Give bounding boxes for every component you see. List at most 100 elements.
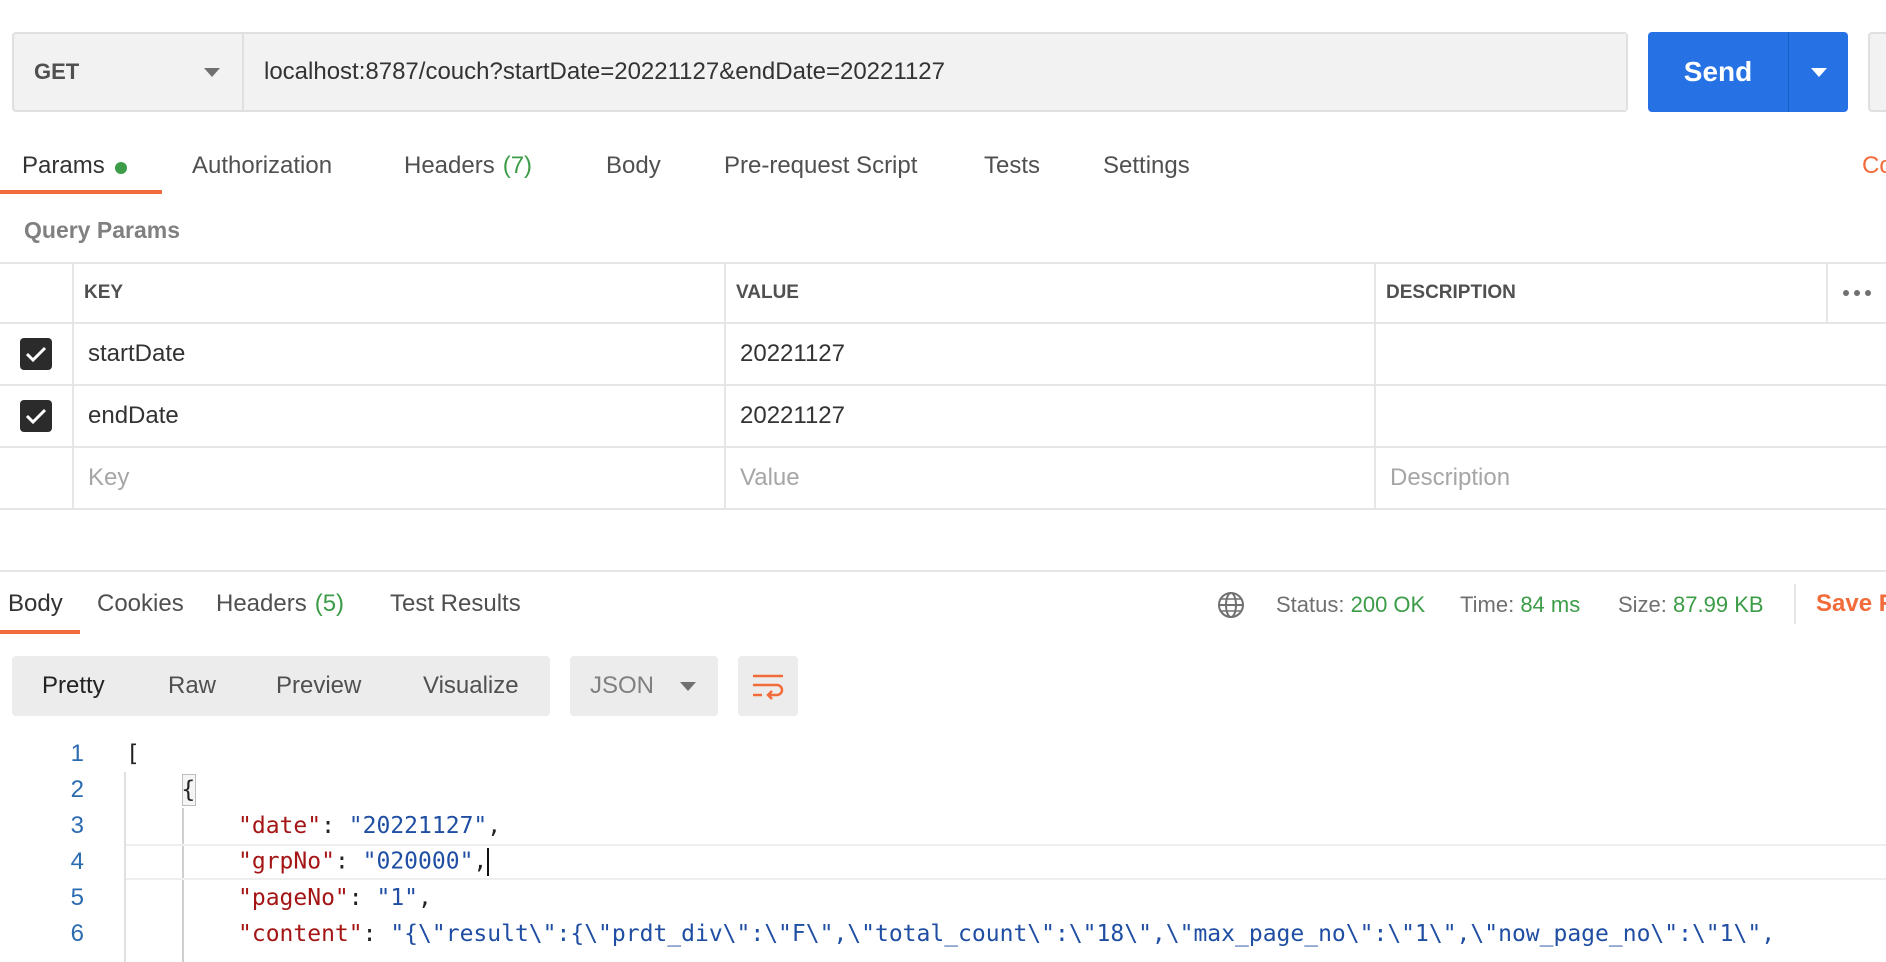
new-key-input[interactable]: Key [74, 448, 726, 508]
tab-test-results[interactable]: Test Results [390, 580, 521, 636]
globe-icon[interactable] [1216, 590, 1246, 620]
code-text: { [126, 777, 196, 803]
param-value[interactable]: 20221127 [726, 386, 1376, 446]
param-key[interactable]: endDate [74, 386, 726, 446]
code-text: "date": "20221127", [238, 813, 502, 839]
code-line: 1 [ [0, 736, 1886, 772]
response-size: Size: 87.99 KB [1618, 592, 1764, 618]
time-value[interactable]: 84 ms [1520, 592, 1580, 617]
tab-body[interactable]: Body [606, 140, 661, 196]
query-params-title: Query Params [24, 217, 180, 243]
code-line: 2 { [0, 772, 1886, 808]
param-value[interactable]: 20221127 [726, 324, 1376, 384]
request-bar: GET localhost:8787/couch?startDate=20221… [12, 32, 1628, 112]
table-row-new: Key Value Description [0, 448, 1886, 510]
status-value[interactable]: 200 OK [1351, 592, 1426, 617]
tab-label: Test Results [390, 590, 521, 617]
tab-label: Tests [984, 152, 1041, 179]
row-check-cell [0, 386, 74, 446]
line-number: 6 [70, 920, 84, 947]
code-line: 3 "date": "20221127", [0, 808, 1886, 844]
send-options-dropdown[interactable] [1788, 32, 1848, 112]
view-mode-tabs: Pretty Raw Preview Visualize [12, 656, 550, 716]
line-number: 3 [70, 812, 84, 839]
response-time: Time: 84 ms [1460, 592, 1580, 618]
json-key: "pageNo" [238, 885, 349, 911]
send-label: Send [1683, 56, 1753, 87]
response-body-editor[interactable]: 1 [ 2 { 3 "date": "20221127", 4 "grpNo":… [0, 736, 1886, 962]
code-text: "content": "{\"result\":{\"prdt_div\":\"… [238, 921, 1776, 947]
more-options-icon[interactable] [1826, 264, 1886, 322]
response-status: Status: 200 OK [1276, 592, 1425, 618]
tab-pre-request-script[interactable]: Pre-request Script [724, 140, 917, 196]
status-label: Status: [1276, 592, 1345, 617]
tab-response-headers[interactable]: Headers (5) [216, 580, 344, 636]
json-key: "content" [238, 921, 363, 947]
column-header-value: VALUE [726, 264, 1376, 322]
view-visualize[interactable]: Visualize [423, 656, 519, 716]
column-header-description: DESCRIPTION [1386, 282, 1516, 303]
param-key[interactable]: startDate [74, 324, 726, 384]
new-value-input[interactable]: Value [726, 448, 1376, 508]
view-pretty[interactable]: Pretty [42, 656, 105, 716]
code-text: "pageNo": "1", [238, 885, 432, 911]
tab-label: Headers [404, 152, 495, 179]
url-input[interactable]: localhost:8787/couch?startDate=20221127&… [244, 34, 1626, 110]
view-preview[interactable]: Preview [276, 656, 361, 716]
active-response-tab-underline [0, 630, 80, 634]
save-button[interactable] [1868, 32, 1886, 112]
param-description[interactable] [1376, 386, 1886, 446]
time-label: Time: [1460, 592, 1515, 617]
header-check-cell [0, 264, 74, 322]
cookies-link[interactable]: Co [1862, 152, 1886, 180]
wrap-lines-button[interactable] [738, 656, 798, 716]
tab-tests[interactable]: Tests [984, 140, 1040, 196]
method-select[interactable]: GET [14, 34, 244, 110]
code-text: [ [126, 741, 140, 767]
new-description-input[interactable]: Description [1376, 448, 1886, 508]
save-response-button[interactable]: Save R [1816, 590, 1886, 618]
tab-authorization[interactable]: Authorization [192, 140, 332, 196]
active-tab-underline [0, 190, 162, 194]
json-punct: , [487, 813, 502, 839]
table-header-row: KEY VALUE DESCRIPTION [0, 262, 1886, 324]
json-key: "grpNo" [238, 848, 335, 875]
param-description[interactable] [1376, 324, 1886, 384]
params-active-dot-icon [114, 162, 127, 174]
json-string: "20221127" [348, 813, 488, 839]
view-raw[interactable]: Raw [168, 656, 216, 716]
param-checkbox[interactable] [20, 400, 52, 432]
row-check-cell [0, 324, 74, 384]
wrap-lines-icon [753, 674, 784, 700]
request-tabs: Params Authorization Headers (7) Body Pr… [0, 140, 1886, 196]
method-label: GET [34, 59, 80, 84]
chevron-down-icon [680, 681, 696, 691]
tab-settings[interactable]: Settings [1103, 140, 1190, 196]
column-header-key: KEY [74, 264, 726, 322]
tab-params[interactable]: Params [22, 140, 127, 196]
send-button[interactable]: Send [1648, 32, 1848, 112]
checkmark-icon [25, 408, 47, 425]
headers-count: (7) [502, 152, 533, 179]
checkmark-icon [25, 346, 47, 363]
tab-label: Body [8, 590, 63, 617]
tab-label: Pre-request Script [724, 152, 918, 179]
format-label: JSON [590, 672, 655, 699]
format-select[interactable]: JSON [570, 656, 718, 716]
tab-label: Params [22, 152, 105, 179]
code-line: 5 "pageNo": "1", [0, 880, 1886, 916]
tab-response-cookies[interactable]: Cookies [97, 580, 184, 636]
tab-response-body[interactable]: Body [8, 580, 63, 636]
line-number: 5 [70, 884, 84, 911]
json-string: "{\"result\":{\"prdt_div\":\"F\",\"total… [390, 921, 1776, 947]
param-checkbox[interactable] [20, 338, 52, 370]
table-row: endDate 20221127 [0, 386, 1886, 448]
response-headers-count: (5) [314, 590, 345, 617]
line-number: 1 [70, 740, 84, 767]
size-value[interactable]: 87.99 KB [1673, 592, 1764, 617]
tab-label: Cookies [97, 590, 184, 617]
code-line-current: 4 "grpNo": "020000", [0, 844, 1886, 880]
table-row: startDate 20221127 [0, 324, 1886, 386]
tab-headers[interactable]: Headers (7) [404, 140, 532, 196]
chevron-down-icon [204, 67, 220, 77]
